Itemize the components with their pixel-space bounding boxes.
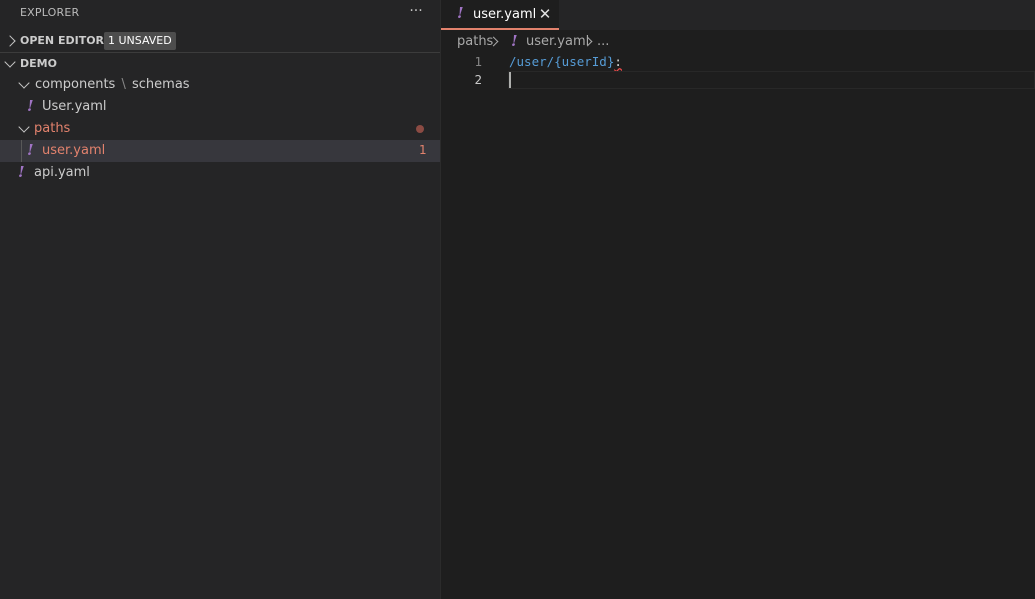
file-label: user.yaml: [42, 143, 106, 158]
file-label: User.yaml: [42, 99, 107, 114]
explorer-header: EXPLORER ···: [0, 0, 440, 26]
tab-user-yaml[interactable]: ! user.yaml ✕: [441, 0, 559, 30]
text-cursor: [509, 72, 511, 88]
modified-dot-icon: [416, 125, 424, 133]
indent-guide: [21, 140, 22, 162]
code-editor[interactable]: 1 /user/{userId}: 2: [441, 52, 1035, 599]
editor-tabbar: ! user.yaml ✕: [441, 0, 1035, 30]
folder-paths[interactable]: paths: [0, 118, 440, 140]
folder-components-schemas[interactable]: components \ schemas: [0, 74, 440, 96]
file-api[interactable]: ! api.yaml: [0, 162, 440, 184]
breadcrumb-file[interactable]: user.yaml: [526, 34, 589, 49]
breadcrumb: paths ! user.yaml ...: [441, 30, 1035, 52]
line-number: 2: [474, 72, 482, 87]
current-line-highlight: [508, 71, 1035, 89]
breadcrumb-symbols[interactable]: ...: [597, 34, 609, 49]
file-user-path[interactable]: ! user.yaml 1: [0, 140, 440, 162]
workspace-section[interactable]: DEMO: [0, 53, 440, 75]
file-label: api.yaml: [34, 165, 90, 180]
chevron-right-icon: [4, 35, 16, 47]
problem-count-badge: 1: [419, 143, 427, 157]
open-editors-section[interactable]: OPEN EDITORS 1 UNSAVED: [0, 30, 440, 52]
yaml-key: /user/{userId}: [509, 54, 615, 69]
workspace-label: DEMO: [20, 57, 57, 70]
close-icon[interactable]: ✕: [537, 5, 553, 23]
more-actions-icon[interactable]: ···: [406, 2, 426, 22]
yaml-file-icon: !: [18, 163, 25, 181]
yaml-file-icon: !: [511, 32, 518, 50]
chevron-down-icon: [18, 77, 30, 89]
folder-label: paths: [34, 121, 71, 136]
open-editors-label: OPEN EDITORS: [20, 34, 112, 47]
unsaved-badge: 1 UNSAVED: [104, 32, 176, 50]
folder-components-name: components: [35, 77, 116, 92]
chevron-down-icon: [4, 56, 16, 68]
code-line[interactable]: /user/{userId}:: [509, 54, 622, 69]
line-number: 1: [474, 54, 482, 69]
error-squiggle: :: [614, 54, 622, 69]
path-separator: \: [121, 77, 126, 92]
explorer-sidebar: EXPLORER ··· OPEN EDITORS 1 UNSAVED DEMO…: [0, 0, 441, 599]
yaml-file-icon: !: [457, 4, 464, 22]
folder-label: components \ schemas: [35, 77, 190, 92]
folder-schemas-name: schemas: [132, 77, 190, 92]
yaml-file-icon: !: [27, 97, 34, 115]
file-user-schema[interactable]: ! User.yaml: [0, 96, 440, 118]
chevron-down-icon: [18, 121, 30, 133]
tab-label: user.yaml: [473, 7, 537, 22]
yaml-file-icon: !: [27, 141, 34, 159]
explorer-title: EXPLORER: [20, 6, 80, 19]
